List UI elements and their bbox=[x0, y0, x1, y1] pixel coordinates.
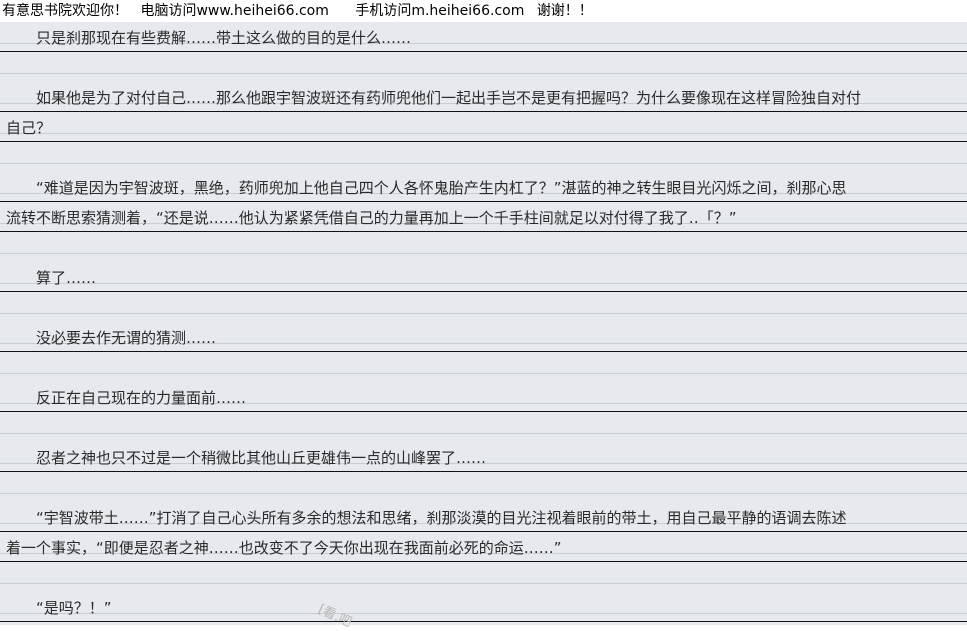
paragraph: 算了…… bbox=[0, 262, 967, 322]
paragraph: 忍者之神也只不过是一个稍微比其他山丘更雄伟一点的山峰罢了…… bbox=[0, 442, 967, 502]
banner-pc-visit: 电脑访问www.heihei66.com bbox=[140, 3, 329, 19]
banner-welcome: 有意思书院欢迎你！ bbox=[2, 3, 128, 19]
text-line: 反正在自己现在的力量面前…… bbox=[0, 382, 967, 412]
chapter-text: 只是刹那现在有些费解……带土这么做的目的是什么…… 如果他是为了对付自己……那么… bbox=[0, 22, 967, 622]
text-line: “宇智波带土……”打消了自己心头所有多余的想法和思绪，刹那淡漠的目光注视着眼前的… bbox=[0, 502, 967, 532]
text-line: “是吗？！” bbox=[0, 592, 967, 622]
paragraph: 反正在自己现在的力量面前…… bbox=[0, 382, 967, 442]
site-banner: 有意思书院欢迎你！ 电脑访问www.heihei66.com 手机访问m.hei… bbox=[0, 0, 967, 22]
banner-thanks: 谢谢！！ bbox=[536, 3, 593, 19]
paragraph: 如果他是为了对付自己……那么他跟宇智波斑还有药师兜他们一起出手岂不是更有把握吗？… bbox=[0, 82, 967, 172]
banner-mobile-visit: 手机访问m.heihei66.com bbox=[355, 3, 525, 19]
text-line: 没必要去作无谓的猜测…… bbox=[0, 322, 967, 352]
text-line: 自己？ bbox=[0, 112, 967, 142]
paragraph: 没必要去作无谓的猜测…… bbox=[0, 322, 967, 382]
text-line: “难道是因为宇智波斑，黑绝，药师兜加上他自己四个人各怀鬼胎产生内杠了？”湛蓝的神… bbox=[0, 172, 967, 202]
paragraph: “宇智波带土……”打消了自己心头所有多余的想法和思绪，刹那淡漠的目光注视着眼前的… bbox=[0, 502, 967, 592]
paragraph: 只是刹那现在有些费解……带土这么做的目的是什么…… bbox=[0, 22, 967, 82]
text-line: 如果他是为了对付自己……那么他跟宇智波斑还有药师兜他们一起出手岂不是更有把握吗？… bbox=[0, 82, 967, 112]
paragraph: “是吗？！” bbox=[0, 592, 967, 622]
text-line: 忍者之神也只不过是一个稍微比其他山丘更雄伟一点的山峰罢了…… bbox=[0, 442, 967, 472]
text-line: 着一个事实，“即便是忍者之神……也改变不了今天你出现在我面前必死的命运……” bbox=[0, 532, 967, 562]
paragraph: “难道是因为宇智波斑，黑绝，药师兜加上他自己四个人各怀鬼胎产生内杠了？”湛蓝的神… bbox=[0, 172, 967, 262]
text-line: 流转不断思索猜测着，“还是说……他认为紧紧凭借自己的力量再加上一个千手柱间就足以… bbox=[0, 202, 967, 232]
text-line: 算了…… bbox=[0, 262, 967, 292]
text-line: 只是刹那现在有些费解……带土这么做的目的是什么…… bbox=[0, 22, 967, 52]
